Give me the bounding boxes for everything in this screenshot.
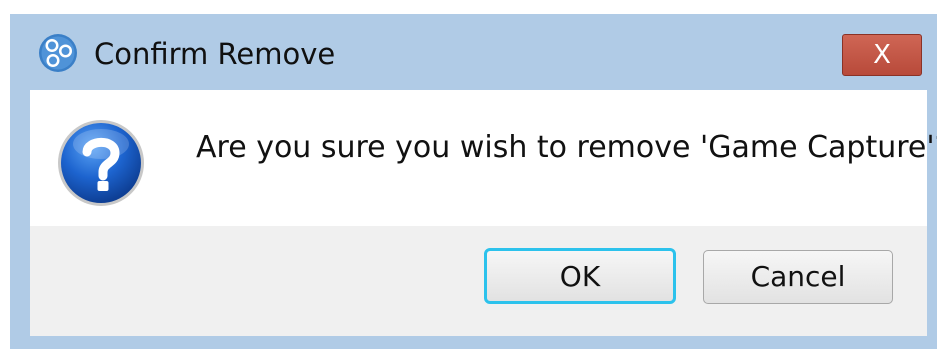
button-bar: OK Cancel [30,226,927,336]
cancel-button[interactable]: Cancel [703,250,893,304]
question-icon [58,120,144,206]
message-area: Are you sure you wish to remove 'Game Ca… [30,90,937,226]
confirmation-message: Are you sure you wish to remove 'Game Ca… [196,130,937,165]
obs-logo-icon [39,34,77,72]
title-bar[interactable]: Confirm Remove X [10,14,937,90]
ok-button[interactable]: OK [484,248,676,304]
dialog-title: Confirm Remove [94,37,336,71]
close-button[interactable]: X [842,34,922,76]
confirm-remove-dialog: Confirm Remove X Are you sure you wish t… [10,14,937,349]
